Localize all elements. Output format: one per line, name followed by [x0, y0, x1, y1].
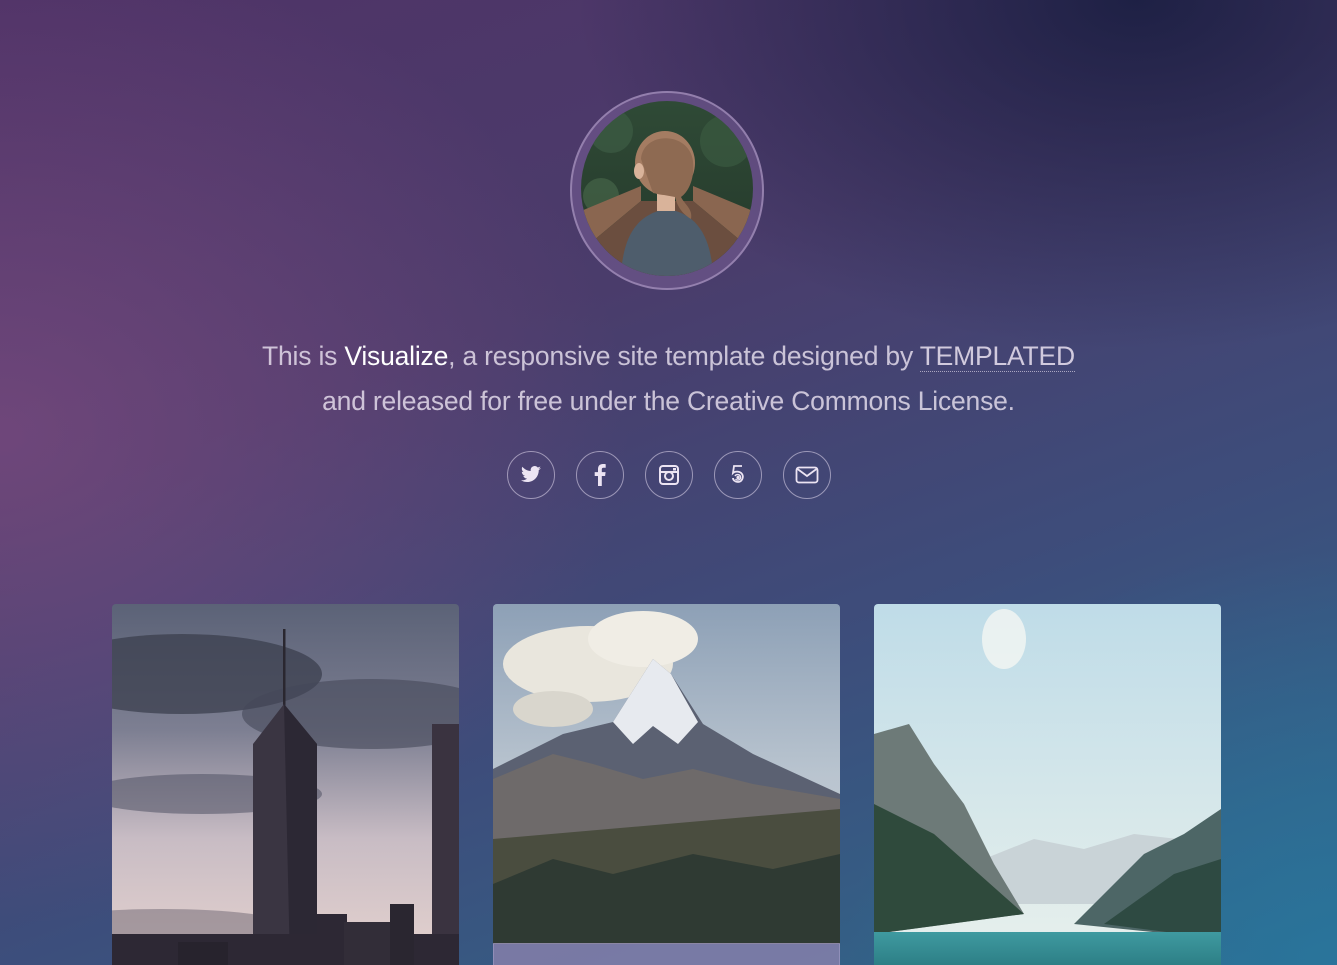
brand-name: Visualize [344, 341, 449, 371]
twitter-icon [520, 466, 541, 483]
500px-icon [731, 465, 744, 483]
twitter-link[interactable] [506, 451, 555, 499]
author-link[interactable]: TEMPLATED [919, 341, 1075, 372]
intro-text: This is Visualize, a responsive site tem… [0, 334, 1337, 424]
intro-line-1: This is Visualize, a responsive site tem… [0, 334, 1337, 379]
instagram-link[interactable] [644, 451, 693, 499]
intro-middle: , a responsive site template designed by [448, 341, 920, 371]
avatar [581, 101, 753, 276]
instagram-icon [658, 465, 679, 485]
intro-prefix: This is [262, 341, 345, 371]
city-skyscraper-image [112, 604, 459, 965]
gallery-item-caption [493, 943, 840, 965]
email-link[interactable] [782, 451, 831, 499]
intro-line-2: and released for free under the Creative… [322, 386, 1015, 416]
500px-link[interactable] [713, 451, 762, 499]
mountain-lake-image [874, 604, 1221, 965]
gallery-item-mountain[interactable] [493, 604, 840, 965]
snowy-mountain-image [493, 604, 840, 944]
envelope-icon [795, 466, 818, 484]
gallery-item-city[interactable] [112, 604, 459, 965]
social-links [0, 451, 1337, 499]
gallery-item-lake[interactable] [874, 604, 1221, 965]
facebook-icon [594, 464, 606, 486]
facebook-link[interactable] [575, 451, 624, 499]
